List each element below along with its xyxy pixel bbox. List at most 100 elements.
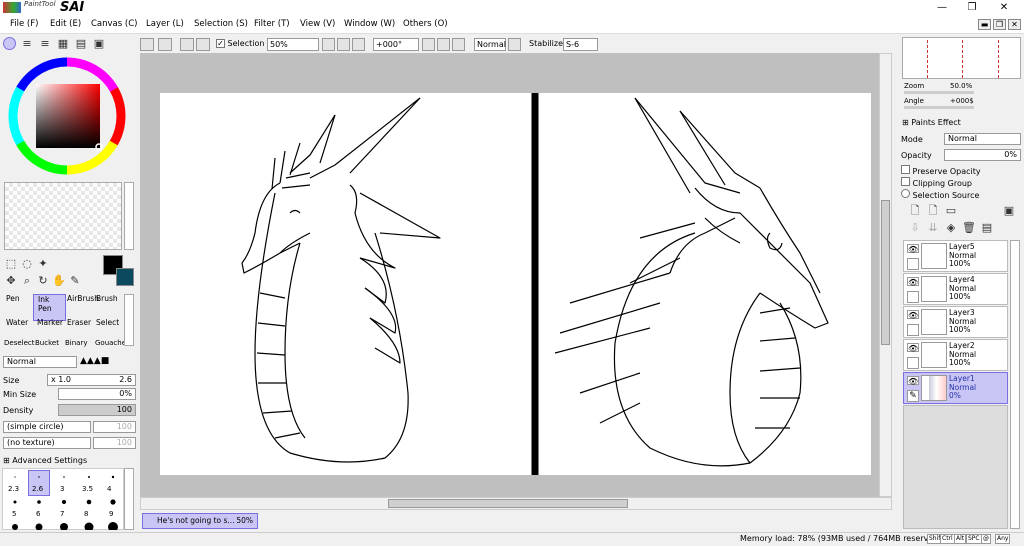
brush-gouache[interactable]: Gouache: [95, 339, 126, 347]
blend-mode-field[interactable]: Normal: [474, 38, 506, 51]
close-button[interactable]: ✕: [990, 0, 1018, 16]
angle-field[interactable]: +000°: [373, 38, 419, 51]
rect-select-icon[interactable]: ⬚: [4, 258, 18, 270]
layer-item[interactable]: 👁 Layer3 Normal 100%: [903, 306, 1008, 338]
visibility-eye-icon[interactable]: 👁: [907, 244, 919, 254]
mdi-close-icon[interactable]: ✕: [1008, 19, 1021, 30]
rotate-icon[interactable]: ↻: [36, 275, 50, 287]
delete-layer-icon[interactable]: 🗑: [962, 222, 976, 234]
layer-item[interactable]: 👁 Layer4 Normal 100%: [903, 273, 1008, 305]
scratch-pad-tab-icon[interactable]: ▣: [92, 38, 106, 50]
layer-lock-checkbox[interactable]: [907, 324, 919, 336]
brush-brush[interactable]: Brush: [92, 294, 125, 321]
undo-icon[interactable]: [140, 38, 154, 51]
restore-button[interactable]: ❐: [958, 0, 986, 16]
visibility-eye-icon[interactable]: 👁: [907, 343, 919, 353]
zoom-field[interactable]: 50%: [267, 38, 319, 51]
menu-edit[interactable]: Edit (E): [50, 19, 81, 29]
minimize-button[interactable]: —: [928, 0, 956, 16]
layer-item[interactable]: 👁 Layer2 Normal 100%: [903, 339, 1008, 371]
scratch-pad[interactable]: [4, 182, 122, 250]
layer-lock-checkbox[interactable]: [907, 357, 919, 369]
layer-item-selected[interactable]: 👁 ✎ Layer1 Normal 0%: [903, 372, 1008, 404]
preserve-opacity-checkbox[interactable]: [901, 165, 910, 174]
selection-source-option[interactable]: Selection Source: [901, 189, 979, 200]
nav-zoom-slider[interactable]: [904, 91, 974, 94]
selection-checkbox[interactable]: ✓: [216, 39, 225, 48]
brush-ink-pen[interactable]: Ink Pen: [33, 294, 66, 321]
brush-bucket[interactable]: Bucket: [35, 339, 59, 347]
drawing-canvas[interactable]: [160, 93, 871, 475]
layer-mode-select[interactable]: Normal: [944, 133, 1021, 145]
user-swatches-tab-icon[interactable]: ▤: [74, 38, 88, 50]
texture-select[interactable]: (no texture): [3, 437, 91, 449]
new-layer-icon[interactable]: 🗋: [908, 205, 922, 217]
brush-size-scrollbar[interactable]: [124, 468, 134, 530]
zoom-reset-icon[interactable]: [352, 38, 365, 51]
selection-toggle[interactable]: ✓ Selection: [216, 39, 264, 48]
paints-effect-toggle[interactable]: ⊞ Paints Effect: [902, 118, 961, 127]
magic-wand-icon[interactable]: ✦: [36, 258, 50, 270]
clipping-group-checkbox[interactable]: [901, 177, 910, 186]
texture-value[interactable]: 100: [93, 437, 136, 449]
invert-select-icon[interactable]: [196, 38, 210, 51]
vscroll-thumb[interactable]: [881, 200, 890, 345]
menu-others[interactable]: Others (O): [403, 19, 448, 29]
scratch-scrollbar[interactable]: [124, 182, 134, 250]
new-folder-icon[interactable]: ▭: [944, 205, 958, 217]
menu-selection[interactable]: Selection (S): [194, 19, 248, 29]
opacity-field[interactable]: 0%: [944, 149, 1021, 161]
menu-filter[interactable]: Filter (T): [254, 19, 290, 29]
layer-lock-checkbox[interactable]: [907, 258, 919, 270]
secondary-color-swatch[interactable]: [116, 268, 134, 286]
deselect-icon[interactable]: [180, 38, 194, 51]
brush-binary[interactable]: Binary: [65, 339, 88, 347]
layer-mask-icon[interactable]: ▣: [1002, 205, 1016, 217]
preserve-opacity-option[interactable]: Preserve Opacity: [901, 165, 981, 176]
advanced-settings-toggle[interactable]: ⊞ Advanced Settings: [3, 456, 87, 465]
menu-layer[interactable]: Layer (L): [146, 19, 184, 29]
lasso-icon[interactable]: ◌: [20, 258, 34, 270]
mdi-minimize-icon[interactable]: ▬: [978, 19, 991, 30]
selection-source-radio[interactable]: [901, 189, 910, 198]
pen-edit-icon[interactable]: ✎: [907, 390, 919, 402]
size-field[interactable]: x 1.0 2.6: [47, 374, 136, 386]
layer-item[interactable]: 👁 Layer5 Normal 100%: [903, 240, 1008, 272]
min-size-field[interactable]: 0%: [58, 388, 136, 400]
flip-icon[interactable]: [508, 38, 521, 51]
menu-window[interactable]: Window (W): [344, 19, 395, 29]
color-wheel-tab-icon[interactable]: [3, 37, 16, 50]
rgb-slider-tab-icon[interactable]: ≡: [20, 38, 34, 50]
brush-deselect[interactable]: Deselect: [4, 339, 35, 347]
rotate-left-icon[interactable]: [422, 38, 435, 51]
shape-value[interactable]: 100: [93, 421, 136, 433]
brush-mode-select[interactable]: Normal: [3, 356, 77, 368]
brush-pen[interactable]: Pen: [2, 294, 35, 321]
rotate-right-icon[interactable]: [437, 38, 450, 51]
zoom-out-icon[interactable]: [322, 38, 335, 51]
visibility-eye-icon[interactable]: 👁: [907, 277, 919, 287]
navigator-preview[interactable]: [902, 37, 1021, 79]
nav-angle-slider[interactable]: [904, 106, 974, 109]
clear-layer-icon[interactable]: ◈: [944, 222, 958, 234]
layer-properties-icon[interactable]: ▤: [980, 222, 994, 234]
brush-edge-shapes[interactable]: ▲▲▲■: [80, 356, 136, 368]
menu-file[interactable]: File (F): [10, 19, 38, 29]
visibility-eye-icon[interactable]: 👁: [907, 376, 919, 386]
zoom-icon[interactable]: ⌕: [20, 275, 34, 287]
menu-canvas[interactable]: Canvas (C): [91, 19, 137, 29]
redo-icon[interactable]: [158, 38, 172, 51]
mdi-restore-icon[interactable]: ❐: [993, 19, 1006, 30]
layer-lock-checkbox[interactable]: [907, 291, 919, 303]
shape-select[interactable]: (simple circle): [3, 421, 91, 433]
swatches-tab-icon[interactable]: ▦: [56, 38, 70, 50]
clipping-group-option[interactable]: Clipping Group: [901, 177, 972, 188]
rotate-reset-icon[interactable]: [452, 38, 465, 51]
color-wheel[interactable]: [3, 52, 135, 180]
navigator-viewport[interactable]: [927, 40, 963, 78]
transfer-down-icon[interactable]: ⇩: [908, 222, 922, 234]
hand-icon[interactable]: ✋: [52, 275, 66, 287]
eyedropper-icon[interactable]: ✎: [68, 275, 82, 287]
document-tab[interactable]: He's not going to s... 50%: [142, 513, 258, 529]
density-field[interactable]: 100: [58, 404, 136, 416]
